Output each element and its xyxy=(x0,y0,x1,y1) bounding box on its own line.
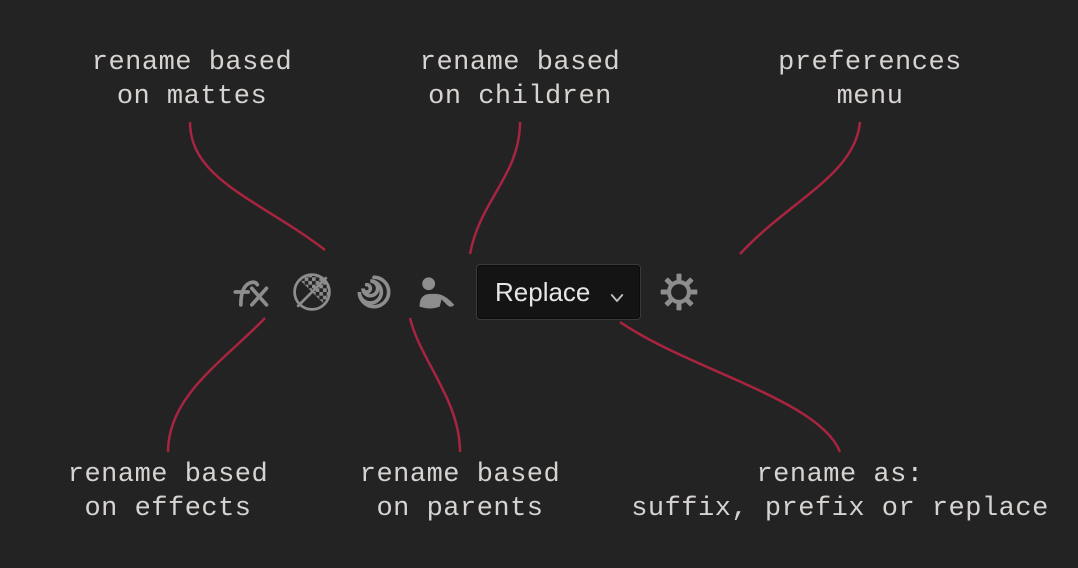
toolbar: Replace xyxy=(228,262,699,322)
rename-mode-dropdown[interactable]: Replace xyxy=(476,264,641,320)
gear-icon[interactable] xyxy=(659,272,699,312)
effects-icon[interactable] xyxy=(228,270,272,314)
parent-icon[interactable] xyxy=(352,270,396,314)
chevron-down-icon xyxy=(608,283,626,301)
rename-mode-value: Replace xyxy=(495,277,590,308)
label-rename-children: rename based on children xyxy=(380,47,660,115)
label-rename-effects: rename based on effects xyxy=(18,459,318,527)
label-rename-as: rename as: suffix, prefix or replace xyxy=(630,459,1050,527)
matte-icon[interactable] xyxy=(290,270,334,314)
label-rename-mattes: rename based on mattes xyxy=(32,47,352,115)
label-rename-parents: rename based on parents xyxy=(310,459,610,527)
diagram-stage: rename based on mattes rename based on c… xyxy=(0,0,1078,568)
label-preferences: preferences menu xyxy=(730,47,1010,115)
child-icon[interactable] xyxy=(414,270,458,314)
